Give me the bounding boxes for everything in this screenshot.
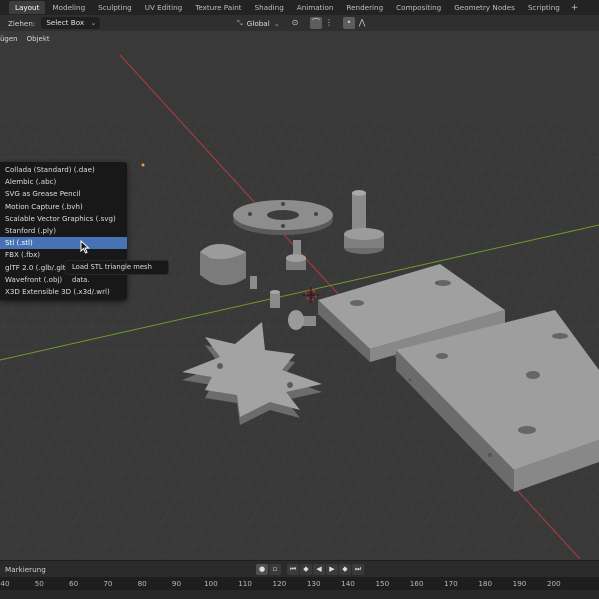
- menu-add[interactable]: ügen: [0, 33, 23, 45]
- tool-header: Ziehen: Select Box ⌄ ⤡ Global ⌄ ⊙ ⌒ ⋮ • …: [0, 15, 599, 31]
- chevron-down-icon: ⌄: [273, 18, 280, 28]
- add-workspace-button[interactable]: +: [567, 3, 583, 13]
- playback-controls: ● ▫ ⏮ ◆ ◀ ▶ ◆ ⏭: [256, 564, 365, 575]
- ruler-tick-label: 90: [171, 579, 182, 588]
- orientation-value: Global: [246, 18, 270, 28]
- ruler-tick-label: 120: [272, 579, 287, 588]
- tab-animation[interactable]: Animation: [291, 1, 340, 14]
- menu-item-9[interactable]: Wavefront (.obj): [0, 274, 127, 286]
- flange-plate: [233, 200, 333, 235]
- tab-rendering[interactable]: Rendering: [340, 1, 389, 14]
- select-mode-value: Select Box: [46, 18, 85, 27]
- menu-item-0[interactable]: Collada (Standard) (.dae): [0, 164, 127, 176]
- small-cylinder: [250, 276, 257, 289]
- menu-item-1[interactable]: Alembic (.abc): [0, 176, 127, 188]
- snap-target-icon[interactable]: ⋮: [323, 17, 335, 29]
- ruler-tick-label: 190: [512, 579, 527, 588]
- ruler-tick-label: 60: [69, 579, 79, 588]
- proportional-edit-icon[interactable]: •: [343, 17, 355, 29]
- bracket-part: [200, 244, 246, 286]
- prev-keyframe-icon[interactable]: ◆: [300, 564, 312, 575]
- ruler-tick-label: 130: [306, 579, 321, 588]
- jump-start-icon[interactable]: ⏮: [287, 564, 299, 575]
- pivot-point-icon[interactable]: ⊙: [289, 17, 301, 29]
- ruler-tick-label: 180: [478, 579, 493, 588]
- next-keyframe-icon[interactable]: ◆: [339, 564, 351, 575]
- tooltip: Load STL triangle mesh data.: [65, 260, 169, 284]
- tab-shading[interactable]: Shading: [249, 1, 290, 14]
- timeline-ruler[interactable]: 40 50 60 70 80 90 100 110 120 130 140 150 160 170 180 1…: [0, 577, 599, 590]
- tab-texture-paint[interactable]: Texture Paint: [189, 1, 247, 14]
- tab-uv-editing[interactable]: UV Editing: [139, 1, 189, 14]
- menu-item-5[interactable]: Stanford (.ply): [0, 225, 127, 237]
- tab-compositing[interactable]: Compositing: [390, 1, 447, 14]
- menu-item-4[interactable]: Scalable Vector Graphics (.svg): [0, 213, 127, 225]
- falloff-icon[interactable]: ⋀: [356, 17, 368, 29]
- select-mode-dropdown[interactable]: Select Box ⌄: [41, 17, 101, 29]
- tab-layout[interactable]: Layout: [9, 1, 46, 14]
- jump-end-icon[interactable]: ⏭: [352, 564, 364, 575]
- tab-geometry-nodes[interactable]: Geometry Nodes: [448, 1, 521, 14]
- record-icon[interactable]: ●: [256, 564, 268, 575]
- ruler-tick-label: 70: [103, 579, 113, 588]
- menu-item-3[interactable]: Motion Capture (.bvh): [0, 201, 127, 213]
- ruler-tick-label: 140: [341, 579, 355, 588]
- mouse-cursor-icon: [80, 240, 90, 254]
- play-icon[interactable]: ▶: [326, 564, 338, 575]
- menu-item-2[interactable]: SVG as Grease Pencil: [0, 188, 127, 200]
- timeline-track[interactable]: [0, 590, 599, 599]
- snap-icon[interactable]: ⌒: [310, 17, 322, 29]
- ruler-tick-label: 40: [0, 579, 10, 588]
- ruler-tick-label: 80: [137, 579, 147, 588]
- chevron-down-icon: ⌄: [90, 19, 97, 27]
- ruler-tick-label: 50: [34, 579, 44, 588]
- ruler-tick-label: 150: [375, 579, 390, 588]
- ruler-tick-label: 170: [444, 579, 458, 588]
- viewport-menu-bar: ügen Objekt: [0, 33, 55, 45]
- export-submenu: Collada (Standard) (.dae) Alembic (.abc) S…: [0, 162, 127, 300]
- light-marker-icon: [141, 163, 145, 167]
- tab-modeling[interactable]: Modeling: [46, 1, 91, 14]
- keying-icon[interactable]: ▫: [269, 564, 281, 575]
- menu-item-10[interactable]: X3D Extensible 3D (.x3d/.wrl): [0, 286, 127, 298]
- small-cylinder: [270, 292, 280, 308]
- transform-orientation-dropdown[interactable]: ⤡ Global ⌄: [237, 17, 280, 29]
- timeline-header: Markierung ● ▫ ⏮ ◆ ◀ ▶ ◆ ⏭: [0, 560, 599, 577]
- workspace-tab-bar: Layout Modeling Sculpting UV Editing Texture…: [0, 0, 599, 15]
- menu-object[interactable]: Objekt: [23, 33, 55, 45]
- marker-menu[interactable]: Markierung: [5, 565, 46, 574]
- menu-item-6[interactable]: Stl (.stl): [0, 237, 127, 250]
- drag-label: Ziehen:: [8, 18, 36, 28]
- orientation-icon: ⤡: [237, 18, 243, 27]
- play-reverse-icon[interactable]: ◀: [313, 564, 325, 575]
- ruler-tick-label: 160: [409, 579, 424, 588]
- ruler-tick-label: 200: [546, 579, 561, 588]
- tab-sculpting[interactable]: Sculpting: [92, 1, 138, 14]
- ruler-tick-label: 110: [238, 579, 252, 588]
- tab-scripting[interactable]: Scripting: [522, 1, 566, 14]
- ruler-tick-label: 100: [203, 579, 218, 588]
